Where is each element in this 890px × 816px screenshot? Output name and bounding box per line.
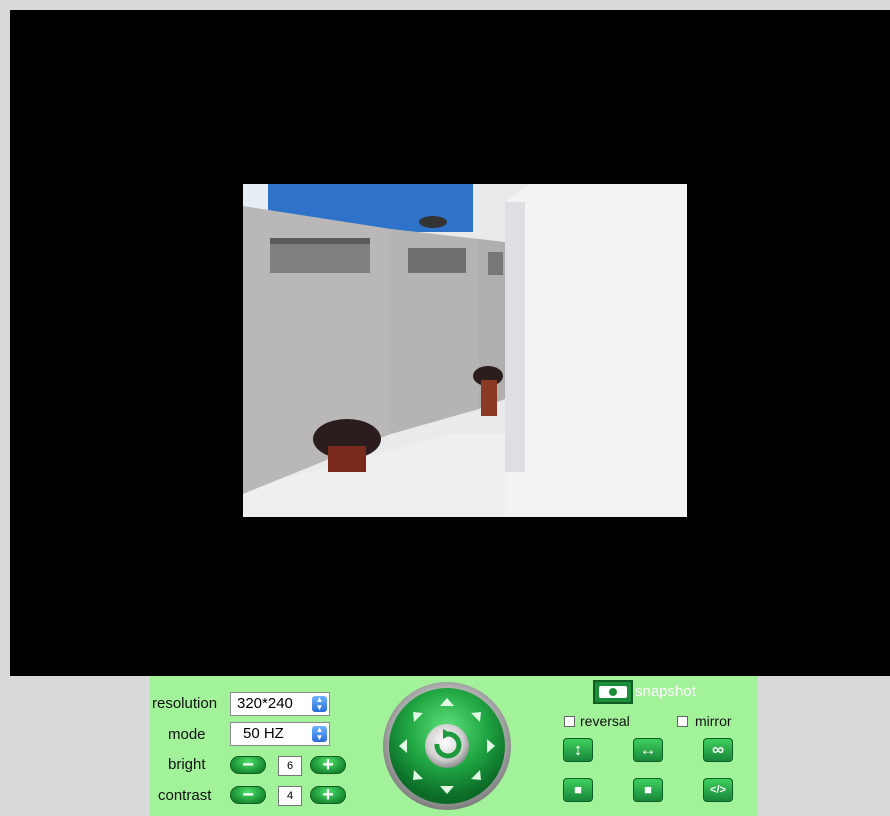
plus-icon: + [322, 784, 334, 806]
contrast-increase-button[interactable]: + [310, 784, 346, 806]
bright-increase-button[interactable]: + [310, 754, 346, 776]
control-panel: resolution 320*240 ▲ ▼ mode 50 HZ ▲ ▼ brig… [150, 676, 758, 816]
video-viewer [10, 10, 890, 676]
camera-feed-frame [243, 184, 687, 517]
stop-button-left[interactable]: ■ [563, 778, 593, 802]
reversal-checkbox[interactable] [564, 716, 575, 727]
plus-icon: + [322, 754, 334, 776]
resolution-select[interactable]: 320*240 ▲ ▼ [230, 692, 330, 716]
stop-icon: ■ [644, 782, 652, 797]
snapshot-button[interactable] [593, 680, 633, 704]
vertical-patrol-button[interactable]: ↕ [563, 738, 593, 762]
camera-feed-image [243, 184, 687, 517]
stop-button-middle[interactable]: ■ [633, 778, 663, 802]
mode-label: mode [168, 726, 206, 743]
mirror-checkbox[interactable] [677, 716, 688, 727]
mode-value: 50 HZ [243, 725, 284, 742]
horizontal-arrows-icon: ↔ [639, 740, 657, 759]
minus-icon: − [242, 754, 254, 776]
bright-label: bright [168, 756, 206, 773]
io-toggle-icon: </> [710, 784, 726, 796]
minus-icon: − [242, 784, 254, 806]
horizontal-patrol-button[interactable]: ↔ [633, 738, 663, 762]
io-toggle-button[interactable]: </> [703, 778, 733, 802]
camera-icon [599, 686, 627, 698]
contrast-value: 4 [278, 786, 302, 806]
infinite-patrol-button[interactable]: ∞ [703, 738, 733, 762]
contrast-decrease-button[interactable]: − [230, 784, 266, 806]
spinner-icon: ▲ ▼ [312, 726, 327, 742]
resolution-label: resolution [152, 695, 218, 712]
mode-select[interactable]: 50 HZ ▲ ▼ [230, 722, 330, 746]
mirror-label: mirror [695, 713, 732, 729]
contrast-label: contrast [158, 787, 212, 804]
vertical-arrows-icon: ↕ [573, 740, 583, 759]
resolution-value: 320*240 [237, 695, 293, 712]
bright-decrease-button[interactable]: − [230, 754, 266, 776]
reversal-label: reversal [580, 713, 630, 729]
bright-value: 6 [278, 756, 302, 776]
ptz-center-button[interactable] [425, 724, 469, 768]
stop-icon: ■ [574, 782, 582, 797]
ptz-joystick[interactable] [382, 678, 512, 814]
spinner-icon: ▲ ▼ [312, 696, 327, 712]
infinity-icon: ∞ [711, 740, 725, 759]
snapshot-label[interactable]: snapshot [635, 683, 696, 700]
